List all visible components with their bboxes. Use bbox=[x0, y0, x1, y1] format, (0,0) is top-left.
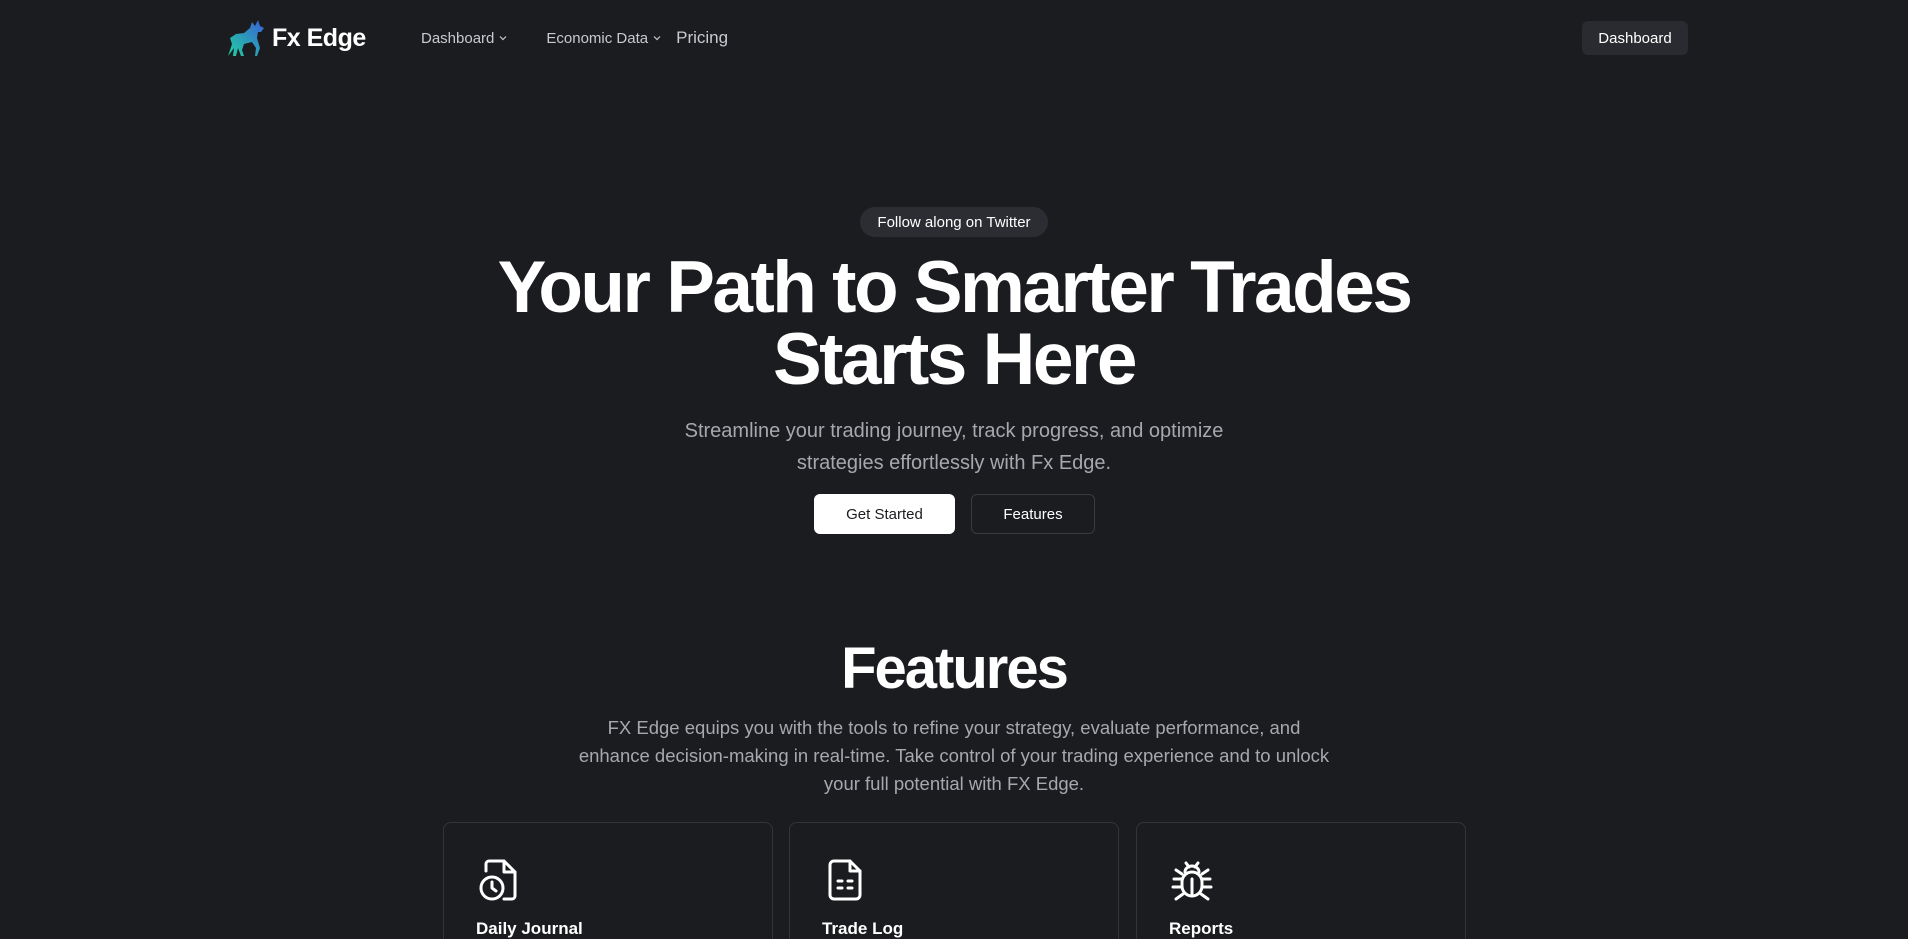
features-description-line-2: enhance decision-making in real-time. Ta… bbox=[578, 745, 1330, 766]
features-description-line-3: your full potential with FX Edge. bbox=[823, 773, 1085, 794]
brand-logo-link[interactable]: Fx Edge bbox=[224, 18, 366, 58]
feature-card-reports[interactable]: Reports bbox=[1136, 822, 1466, 939]
nav-economic-data-label: Economic Data bbox=[546, 29, 649, 47]
page: Fx Edge Dashboard Economic Data Pricing … bbox=[0, 0, 1908, 939]
feature-card-title: Trade Log bbox=[822, 919, 904, 938]
twitter-pill-link[interactable]: Follow along on Twitter bbox=[860, 207, 1048, 237]
features-description-line-1: FX Edge equips you with the tools to ref… bbox=[607, 717, 1301, 738]
chevron-down-icon bbox=[499, 36, 507, 41]
nav-pricing-label: Pricing bbox=[676, 28, 729, 47]
file-text-icon bbox=[828, 859, 862, 901]
get-started-button[interactable]: Get Started bbox=[814, 494, 955, 534]
brand-name: Fx Edge bbox=[272, 23, 366, 52]
feature-card-title: Reports bbox=[1169, 919, 1234, 938]
top-navbar: Fx Edge Dashboard Economic Data Pricing … bbox=[0, 0, 1908, 76]
bull-logo-icon bbox=[228, 20, 264, 56]
header-dashboard-button[interactable]: Dashboard bbox=[1582, 21, 1688, 55]
feature-card-trade-log[interactable]: Trade Log bbox=[789, 822, 1119, 939]
nav-economic-data[interactable]: Economic Data bbox=[546, 30, 662, 47]
hero-title-line-1: Your Path to Smarter Trades bbox=[497, 247, 1413, 328]
hero-subtitle-line-1: Streamline your trading journey, track p… bbox=[684, 420, 1224, 442]
features-heading: Features bbox=[841, 636, 1069, 701]
features-description: FX Edge equips you with the tools to ref… bbox=[554, 714, 1354, 798]
hero-subtitle-line-2: strategies effortlessly with Fx Edge. bbox=[796, 452, 1112, 474]
feature-card-title: Daily Journal bbox=[476, 919, 583, 938]
feature-card-daily-journal[interactable]: Daily Journal bbox=[443, 822, 773, 939]
nav-dashboard-label: Dashboard bbox=[421, 29, 495, 47]
main-nav: Dashboard Economic Data Pricing bbox=[421, 28, 728, 48]
nav-pricing[interactable]: Pricing bbox=[676, 28, 728, 48]
features-button[interactable]: Features bbox=[971, 494, 1095, 534]
hero-subtitle: Streamline your trading journey, track p… bbox=[654, 415, 1254, 479]
chevron-down-icon bbox=[653, 36, 661, 41]
nav-dashboard[interactable]: Dashboard bbox=[421, 30, 508, 47]
file-clock-icon bbox=[479, 859, 517, 901]
bug-icon bbox=[1171, 861, 1213, 901]
hero-title: Your Path to Smarter Trades Starts Here bbox=[354, 251, 1554, 396]
hero-title-line-2: Starts Here bbox=[772, 319, 1138, 400]
